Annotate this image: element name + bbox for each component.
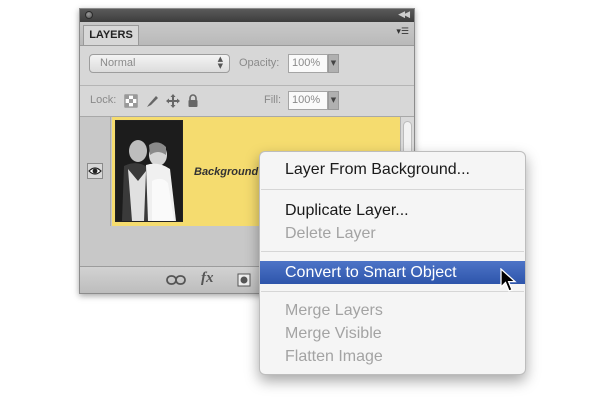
menu-item-flatten-image: Flatten Image <box>285 348 383 365</box>
panel-menu-icon[interactable]: ▾☰ <box>396 27 409 37</box>
layer-style-fx-icon[interactable]: fx <box>201 270 214 287</box>
panel-title-bar: ◀◀ <box>80 9 414 22</box>
lock-fill-row: Lock: Fill: 100% ▼ <box>80 86 414 117</box>
layer-thumbnail <box>115 120 183 222</box>
stepper-arrows-icon: ▲ ▼ <box>217 55 223 70</box>
eye-icon <box>88 167 102 175</box>
collapse-panel-icon[interactable]: ◀◀ <box>398 9 410 22</box>
close-panel-button[interactable] <box>85 11 93 19</box>
blend-opacity-row: Normal ▲ ▼ Opacity: 100% ▼ <box>80 45 414 86</box>
blend-mode-select[interactable]: Normal ▲ ▼ <box>89 54 230 73</box>
lock-label: Lock: <box>90 94 117 106</box>
visibility-column <box>80 117 111 226</box>
menu-separator <box>261 189 524 190</box>
lock-transparent-pixels-icon[interactable] <box>124 94 138 108</box>
link-layers-icon[interactable] <box>166 274 186 286</box>
blend-mode-value: Normal <box>100 57 136 69</box>
menu-item-merge-layers: Merge Layers <box>285 302 383 319</box>
fill-field[interactable]: 100% <box>288 91 328 110</box>
arrow-cursor-icon <box>500 268 517 292</box>
lock-position-icon[interactable] <box>166 94 180 108</box>
opacity-label: Opacity: <box>239 57 280 69</box>
fill-dropdown-button[interactable]: ▼ <box>328 91 339 110</box>
tab-layers[interactable]: LAYERS <box>83 25 139 45</box>
menu-item-merge-visible: Merge Visible <box>285 325 382 342</box>
menu-item-convert-to-smart-object[interactable]: Convert to Smart Object <box>260 261 525 284</box>
add-mask-icon[interactable] <box>237 273 251 287</box>
menu-item-duplicate-layer[interactable]: Duplicate Layer... <box>260 199 525 222</box>
menu-separator <box>261 291 524 292</box>
fill-label: Fill: <box>264 94 282 106</box>
opacity-field[interactable]: 100% <box>288 54 328 73</box>
menu-item-layer-from-background[interactable]: Layer From Background... <box>260 158 525 181</box>
opacity-dropdown-button[interactable]: ▼ <box>328 54 339 73</box>
visibility-toggle[interactable] <box>87 163 103 179</box>
menu-item-delete-layer: Delete Layer <box>285 225 376 242</box>
layer-name: Background <box>194 166 259 178</box>
lock-all-icon[interactable] <box>186 94 200 108</box>
layer-context-menu: Layer From Background... Duplicate Layer… <box>259 151 526 375</box>
panel-tab-bar: LAYERS ▾☰ <box>80 22 414 46</box>
wedding-photo-thumbnail <box>116 121 182 221</box>
menu-separator <box>261 251 524 252</box>
lock-image-pixels-icon[interactable] <box>145 94 159 108</box>
